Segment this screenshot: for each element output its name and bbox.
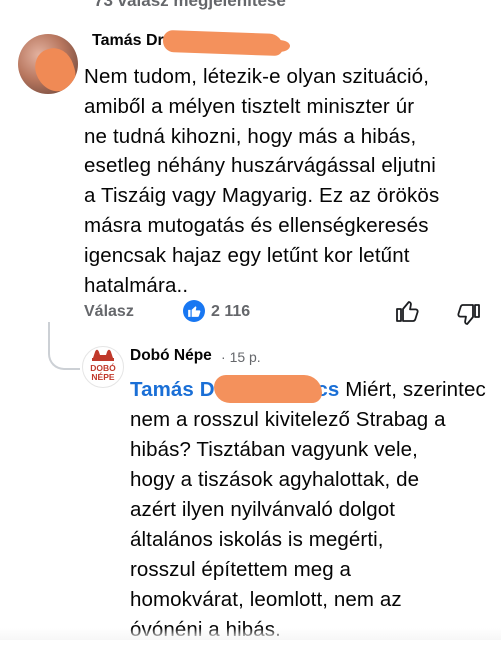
commenter-avatar[interactable] [18, 34, 78, 94]
comment-line: másra mutogatás és ellenségkeresés [84, 213, 429, 237]
reply-line: nem a rosszul kivitelező Strabag a [130, 408, 446, 431]
redaction-scribble [214, 375, 322, 403]
reply-line: hibás? Tisztában vagyunk vele, [130, 438, 418, 461]
comment-line: a Tiszáig vagy Magyarig. Ez az örökös [84, 184, 440, 208]
mention-tag[interactable]: Tamás D [130, 378, 215, 401]
reply-line: rosszul építettem meg a [130, 558, 352, 581]
reply-line: azért ilyen nyilvánvaló dolgot [130, 498, 396, 521]
reply-button[interactable]: Válasz [84, 303, 134, 321]
thumbs-down-icon[interactable] [456, 302, 482, 328]
comment-line: esetleg néhány huszárvágással eljutni [84, 154, 436, 178]
reply-line: általános iskolás is megérti, [130, 528, 384, 551]
redaction-scribble [162, 29, 284, 57]
thumbs-up-icon[interactable] [394, 298, 420, 324]
bottom-edge [0, 628, 501, 640]
comment-line: igencsak hajaz egy letűnt kor letűnt [84, 243, 410, 267]
redaction-scribble-tail [268, 40, 290, 52]
reply-timestamp: · 15 p. [221, 349, 261, 365]
reply-line: hogy a tiszások agyhalottak, de [130, 468, 420, 491]
thread-connector [48, 322, 80, 370]
page-avatar[interactable]: DOBÓ NÉPE [82, 346, 124, 388]
like-icon[interactable] [183, 300, 205, 322]
reply-line: homokvárat, leomlott, nem az [130, 588, 402, 611]
reply-author-name[interactable]: Dobó Népe [130, 347, 212, 365]
comment-line: amiből a mélyen tisztelt miniszter úr [84, 94, 415, 118]
reply-time: 15 p. [229, 349, 261, 365]
comment-author-name[interactable]: Tamás Dra [92, 32, 173, 50]
separator-dot: · [221, 349, 226, 365]
comment-line: Nem tudom, létezik-e olyan szituáció, [84, 65, 430, 88]
reply-text: Tamás Dics Miért, szerintec nem a rosszu… [130, 375, 501, 645]
comment-line: ne tudná kihozni, hogy más a hibás, [84, 124, 417, 148]
avatar-text-bottom: NÉPE [91, 372, 114, 382]
comment-text: Nem tudom, létezik-e olyan szituáció, am… [84, 62, 494, 300]
view-more-replies[interactable]: 73 válasz megjelenítése [94, 0, 286, 11]
reaction-count[interactable]: 2 116 [211, 303, 250, 321]
comment-line: hatalmára.. [84, 273, 189, 297]
reply-line: Miért, szerintec [339, 378, 486, 401]
